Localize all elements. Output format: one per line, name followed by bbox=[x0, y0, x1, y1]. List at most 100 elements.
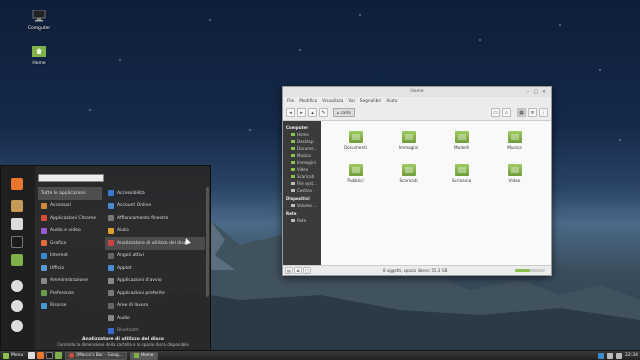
update-manager-icon[interactable] bbox=[598, 352, 605, 359]
folder-documenti[interactable]: Documenti bbox=[329, 131, 382, 150]
toolbar: ◂ ▸ ▴ ✎ ⌂ carlo ▭ ⌕ ▦ ≡ ⋮ bbox=[283, 105, 551, 121]
minimize-icon[interactable]: – bbox=[525, 89, 531, 95]
app-workspaces[interactable]: Aree di lavoro bbox=[105, 300, 205, 313]
menu-vai[interactable]: Vai bbox=[348, 99, 354, 104]
new-folder-button[interactable]: ▭ bbox=[491, 108, 500, 117]
back-button[interactable]: ◂ bbox=[286, 108, 295, 117]
category-preferenze[interactable]: Preferenze bbox=[38, 287, 102, 300]
category-chrome[interactable]: Applicazioni Chrome bbox=[38, 212, 102, 225]
sidebar-header-computer[interactable]: Computer bbox=[283, 123, 321, 131]
category-risorse[interactable]: Risorse bbox=[38, 300, 102, 313]
folder-video[interactable]: Video bbox=[488, 164, 541, 183]
compact-view-button[interactable]: ⋮ bbox=[539, 108, 548, 117]
maximize-icon[interactable]: □ bbox=[533, 89, 539, 95]
show-tree-button[interactable]: ≣ bbox=[294, 267, 302, 274]
show-places-button[interactable]: ▤ bbox=[285, 267, 293, 274]
breadcrumb[interactable]: ⌂ carlo bbox=[333, 108, 355, 117]
hide-sidebar-button[interactable]: ▢ bbox=[303, 267, 311, 274]
logout-icon[interactable] bbox=[11, 300, 23, 312]
terminal-launcher-icon[interactable] bbox=[46, 352, 54, 359]
menu-search-input[interactable] bbox=[38, 174, 104, 182]
category-ufficio[interactable]: Ufficio bbox=[38, 262, 102, 275]
list-view-button[interactable]: ≡ bbox=[528, 108, 537, 117]
window-titlebar[interactable]: Home – □ × bbox=[283, 87, 551, 97]
folder-icon bbox=[401, 131, 416, 143]
folder-icon: ▭ bbox=[493, 110, 498, 116]
volume-icon[interactable] bbox=[616, 352, 623, 359]
sidebar-item-cestino[interactable]: Cestino bbox=[283, 187, 321, 194]
icon-view-button[interactable]: ▦ bbox=[517, 108, 526, 117]
sidebar-header-devices[interactable]: Dispositivi bbox=[283, 194, 321, 202]
app-startup-applications[interactable]: Applicazioni d'avvio bbox=[105, 275, 205, 288]
folder-musica[interactable]: Musica bbox=[488, 131, 541, 150]
terminal-icon[interactable] bbox=[11, 236, 23, 248]
folder-scaricati[interactable]: Scaricati bbox=[382, 164, 435, 183]
desktop-icon-computer[interactable]: Computer bbox=[24, 9, 54, 31]
show-desktop-icon[interactable] bbox=[28, 352, 36, 359]
category-accessori[interactable]: Accessori bbox=[38, 200, 102, 213]
window-title: Home bbox=[410, 89, 424, 94]
files-launcher-icon[interactable] bbox=[55, 352, 63, 359]
app-preferred-applications[interactable]: Applicazioni preferite bbox=[105, 287, 205, 300]
app-label: Aiuto bbox=[117, 228, 129, 234]
menu-modifica[interactable]: Modifica bbox=[299, 99, 317, 104]
lock-icon[interactable] bbox=[11, 280, 23, 292]
zoom-slider[interactable] bbox=[515, 269, 545, 272]
app-accessibilita[interactable]: Accessibilità bbox=[105, 187, 205, 200]
app-angoli-attivi[interactable]: Angoli attivi bbox=[105, 250, 205, 263]
menu-file[interactable]: File bbox=[287, 99, 294, 104]
category-all[interactable]: Tutte le applicazioni bbox=[38, 187, 102, 200]
folder-scrivania[interactable]: Scrivania bbox=[435, 164, 488, 183]
sidebar-item-volume[interactable]: Volume ... bbox=[283, 202, 321, 209]
application-menu: Tutte le applicazioni Accessori Applicaz… bbox=[0, 165, 211, 351]
task-chrome[interactable]: [Marco's Bar - Goog... bbox=[65, 351, 127, 360]
firefox-launcher-icon[interactable] bbox=[37, 352, 45, 359]
sidebar-item-rete[interactable]: Rete bbox=[283, 217, 321, 224]
task-home[interactable]: Home bbox=[129, 351, 158, 360]
clock[interactable]: 22:34 bbox=[625, 353, 638, 358]
sidebar-item-scaricati[interactable]: Scaricati bbox=[283, 173, 321, 180]
close-icon[interactable]: × bbox=[541, 89, 547, 95]
files-icon[interactable] bbox=[11, 254, 23, 266]
menu-visualizza[interactable]: Visualizza bbox=[322, 99, 343, 104]
category-audio-video[interactable]: Audio e video bbox=[38, 225, 102, 238]
app-applet[interactable]: Applet bbox=[105, 262, 205, 275]
app-list-scrollbar[interactable] bbox=[206, 187, 209, 297]
sidebar-item-home[interactable]: Home bbox=[283, 131, 321, 138]
sidebar-item-video[interactable]: Video bbox=[283, 166, 321, 173]
category-label: Risorse bbox=[50, 303, 67, 309]
sidebar-item-musica[interactable]: Musica bbox=[283, 152, 321, 159]
app-account-online[interactable]: Account Online bbox=[105, 200, 205, 213]
category-internet[interactable]: Internet bbox=[38, 250, 102, 263]
category-amministrazione[interactable]: Amministrazione bbox=[38, 275, 102, 288]
sidebar-item-label: Musica bbox=[297, 153, 311, 158]
app-bluetooth[interactable]: Bluetooth bbox=[105, 325, 205, 338]
power-icon[interactable] bbox=[11, 320, 23, 332]
folder-immagini[interactable]: Immagini bbox=[382, 131, 435, 150]
app-affiancamento[interactable]: Affiancamento finestre bbox=[105, 212, 205, 225]
app-audio[interactable]: Audio bbox=[105, 312, 205, 325]
desktop-icon-home[interactable]: Home bbox=[24, 45, 54, 66]
search-button[interactable]: ⌕ bbox=[502, 108, 511, 117]
up-button[interactable]: ▴ bbox=[308, 108, 317, 117]
sidebar-item-desktop[interactable]: Desktop bbox=[283, 138, 321, 145]
folder-modelli[interactable]: Modelli bbox=[435, 131, 488, 150]
menu-aiuto[interactable]: Aiuto bbox=[386, 99, 397, 104]
toggle-location-button[interactable]: ✎ bbox=[319, 108, 328, 117]
sidebar-item-immagini[interactable]: Immagini bbox=[283, 159, 321, 166]
firefox-icon[interactable] bbox=[11, 178, 23, 190]
forward-button[interactable]: ▸ bbox=[297, 108, 306, 117]
app-disk-usage-analyzer[interactable]: Analizzatore di utilizzo del disco bbox=[105, 237, 205, 250]
category-grafica[interactable]: Grafica bbox=[38, 237, 102, 250]
menu-button[interactable]: Menu bbox=[0, 351, 26, 360]
network-icon[interactable] bbox=[607, 352, 614, 359]
menu-segnalibri[interactable]: Segnalibri bbox=[360, 99, 382, 104]
sidebar-item-documenti[interactable]: Docume... bbox=[283, 145, 321, 152]
menubar: File Modifica Visualizza Vai Segnalibri … bbox=[283, 97, 551, 105]
folder-pubblici[interactable]: Pubblici bbox=[329, 164, 382, 183]
software-manager-icon[interactable] bbox=[11, 200, 23, 212]
app-aiuto[interactable]: Aiuto bbox=[105, 225, 205, 238]
settings-icon[interactable] bbox=[11, 218, 23, 230]
sidebar-header-network[interactable]: Rete bbox=[283, 209, 321, 217]
sidebar-item-filesystem[interactable]: File syst... bbox=[283, 180, 321, 187]
